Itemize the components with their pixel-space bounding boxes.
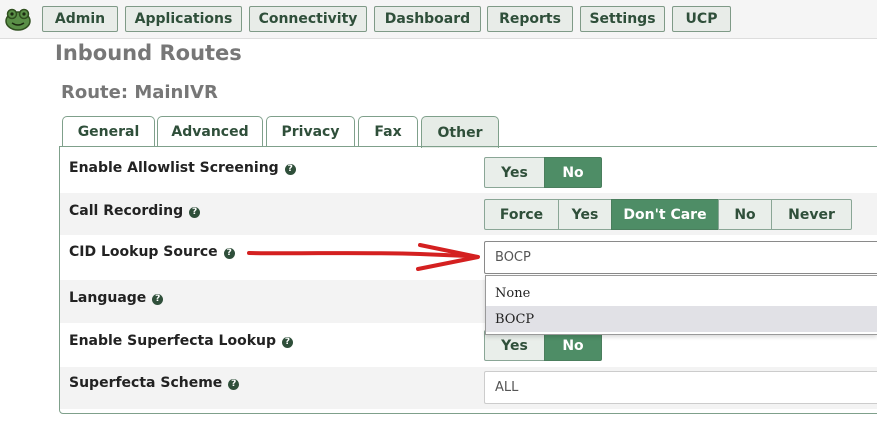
allowlist-label: Enable Allowlist Screening?	[69, 160, 296, 176]
help-icon[interactable]: ?	[228, 379, 240, 390]
nav-dashboard-button[interactable]: Dashboard	[374, 6, 481, 32]
allowlist-no-option[interactable]: No	[544, 157, 602, 188]
superfecta-lookup-label: Enable Superfecta Lookup?	[69, 333, 293, 349]
call-recording-never-option[interactable]: Never	[771, 199, 852, 230]
cid-option-bocp[interactable]: BOCP	[486, 306, 877, 332]
help-icon[interactable]: ?	[284, 164, 296, 175]
call-recording-toggle: Force Yes Don't Care No Never	[484, 199, 852, 230]
nav-settings-button[interactable]: Settings	[580, 6, 665, 32]
help-icon[interactable]: ?	[282, 337, 293, 348]
nav-admin-button[interactable]: Admin	[42, 6, 118, 32]
call-recording-label: Call Recording?	[69, 203, 201, 219]
allowlist-yes-option[interactable]: Yes	[484, 157, 545, 188]
nav-reports-button[interactable]: Reports	[487, 6, 573, 32]
nav-ucp-button[interactable]: UCP	[672, 6, 731, 32]
cid-lookup-dropdown-list: None BOCP	[485, 275, 877, 335]
tab-advanced[interactable]: Advanced	[157, 116, 263, 147]
tab-other[interactable]: Other	[421, 116, 499, 148]
call-recording-force-option[interactable]: Force	[484, 199, 559, 230]
help-icon[interactable]: ?	[223, 248, 235, 259]
superfecta-scheme-select[interactable]: ALL	[484, 371, 877, 404]
nav-connectivity-button[interactable]: Connectivity	[249, 6, 367, 32]
help-icon[interactable]: ?	[189, 207, 201, 218]
help-icon[interactable]: ?	[152, 294, 164, 305]
tab-general[interactable]: General	[62, 116, 155, 147]
call-recording-no-option[interactable]: No	[718, 199, 772, 230]
language-label: Language?	[69, 290, 164, 306]
route-title: Route: MainIVR	[61, 82, 218, 103]
top-nav-bar: Admin Applications Connectivity Dashboar…	[0, 0, 877, 39]
tab-fax[interactable]: Fax	[358, 116, 418, 147]
cid-lookup-select[interactable]: BOCP	[484, 241, 877, 274]
page-title: Inbound Routes	[55, 41, 242, 65]
call-recording-yes-option[interactable]: Yes	[558, 199, 612, 230]
nav-applications-button[interactable]: Applications	[125, 6, 242, 32]
call-recording-dontcare-option[interactable]: Don't Care	[611, 199, 719, 230]
frog-logo-icon[interactable]	[4, 6, 32, 32]
cid-option-none[interactable]: None	[486, 280, 877, 306]
allowlist-row: Enable Allowlist Screening?	[60, 150, 877, 192]
cid-lookup-label: CID Lookup Source?	[69, 244, 235, 260]
allowlist-toggle: Yes No	[484, 157, 602, 188]
superfecta-scheme-label: Superfecta Scheme?	[69, 375, 240, 391]
tab-privacy[interactable]: Privacy	[266, 116, 355, 147]
